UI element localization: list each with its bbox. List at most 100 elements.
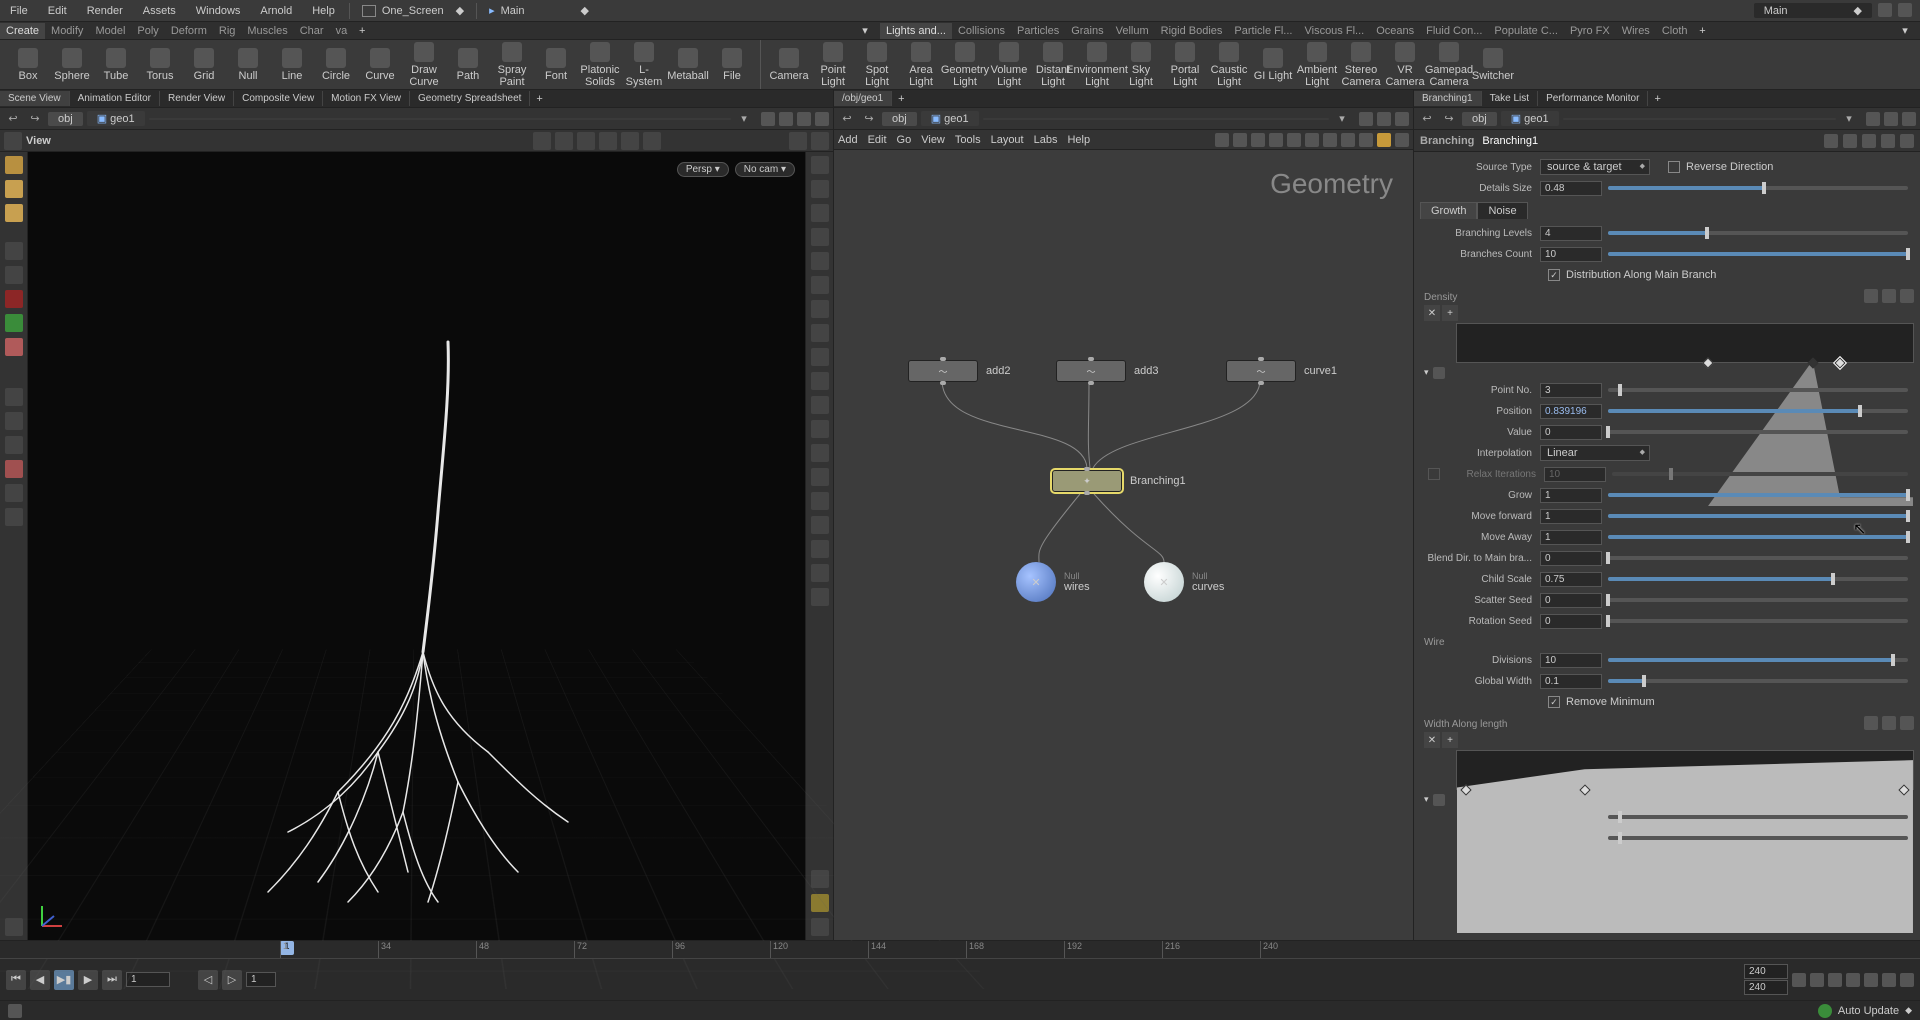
parm-slider[interactable]: [1608, 679, 1908, 683]
vt-btn[interactable]: [533, 132, 551, 150]
path-fwd-icon[interactable]: ↪: [26, 110, 44, 128]
shelf-tab[interactable]: Populate C...: [1488, 23, 1564, 39]
info-icon[interactable]: [1881, 134, 1895, 148]
node-name-field[interactable]: Branching1: [1482, 135, 1538, 147]
shelf-tab[interactable]: Char: [294, 23, 330, 39]
net-menu-layout[interactable]: Layout: [991, 134, 1024, 146]
tab-noise[interactable]: Noise: [1477, 202, 1527, 219]
shelf-tab[interactable]: Oceans: [1370, 23, 1420, 39]
snap-tool-icon[interactable]: [5, 338, 23, 356]
node-add3[interactable]: ～ add3: [1056, 360, 1158, 382]
shelf-tab[interactable]: Modify: [45, 23, 89, 39]
path-obj[interactable]: obj: [1462, 112, 1497, 126]
net-tool-icon[interactable]: [1251, 133, 1265, 147]
shelf-tool-torus[interactable]: Torus: [138, 46, 182, 84]
shelf-tool-vr-camera[interactable]: VR Camera: [1383, 40, 1427, 90]
menu-windows[interactable]: Windows: [186, 2, 251, 20]
shelf-tool-camera[interactable]: Camera: [767, 46, 811, 84]
path-back-icon[interactable]: ↩: [1418, 110, 1436, 128]
pane-tab-scene-view[interactable]: Scene View: [0, 91, 70, 106]
playbar-opt-icon[interactable]: [1810, 973, 1824, 987]
shelf-tool-file[interactable]: File: [710, 46, 754, 84]
details-size-slider[interactable]: [1608, 186, 1908, 190]
timeline-ruler[interactable]: 1 134487296120144168192216240: [0, 941, 1920, 959]
scale-tool-icon[interactable]: [5, 290, 23, 308]
shelf-tool-caustic-light[interactable]: Caustic Light: [1207, 40, 1251, 90]
tool-icon[interactable]: [5, 484, 23, 502]
node-add2[interactable]: ～ add2: [908, 360, 1010, 382]
parm-field[interactable]: 1: [1540, 509, 1602, 524]
cloud-icon[interactable]: [1878, 3, 1892, 17]
reverse-dir-checkbox[interactable]: [1668, 161, 1680, 173]
shelf-tool-circle[interactable]: Circle: [314, 46, 358, 84]
shelf-tab[interactable]: Rigid Bodies: [1155, 23, 1229, 39]
net-menu-help[interactable]: Help: [1067, 134, 1090, 146]
tab-growth[interactable]: Growth: [1420, 202, 1477, 219]
display-opt-icon[interactable]: [811, 492, 829, 510]
shelf-tab[interactable]: Muscles: [241, 23, 293, 39]
net-menu-view[interactable]: View: [921, 134, 945, 146]
shelf-tab[interactable]: Rig: [213, 23, 242, 39]
menu-arnold[interactable]: Arnold: [250, 2, 302, 20]
path-back-icon[interactable]: ↩: [838, 110, 856, 128]
path-obj[interactable]: obj: [48, 112, 83, 126]
ramp-cycle-icon[interactable]: [1433, 794, 1445, 806]
path-fwd-icon[interactable]: ↪: [1440, 110, 1458, 128]
ramp-add-icon[interactable]: +: [1442, 732, 1458, 748]
shelf-tab[interactable]: Vellum: [1110, 23, 1155, 39]
parm-slider[interactable]: [1608, 493, 1908, 497]
persp-selector[interactable]: Persp ▾: [677, 162, 729, 177]
auto-update-label[interactable]: Auto Update: [1838, 1005, 1899, 1017]
net-path-btn[interactable]: [1359, 112, 1373, 126]
tool-icon[interactable]: [5, 412, 23, 430]
shelf-tab[interactable]: Particle Fl...: [1228, 23, 1298, 39]
parm-field[interactable]: 0.1: [1540, 674, 1602, 689]
pane-tab-perfmon[interactable]: Performance Monitor: [1538, 91, 1648, 106]
path-fwd-icon[interactable]: ↪: [860, 110, 878, 128]
path-btn3[interactable]: [797, 112, 811, 126]
playbar-opt-icon[interactable]: [1828, 973, 1842, 987]
shelf-dropdown[interactable]: ▾: [856, 22, 874, 40]
tool-icon[interactable]: [5, 388, 23, 406]
viewport[interactable]: Persp ▾ No cam ▾: [28, 152, 805, 940]
parm-slider[interactable]: [1608, 514, 1908, 518]
shelf-tab[interactable]: Collisions: [952, 23, 1011, 39]
shelf-tool-tube[interactable]: Tube: [94, 46, 138, 84]
display-opt-icon[interactable]: [811, 180, 829, 198]
remove-min-checkbox[interactable]: ✓: [1548, 696, 1560, 708]
node-branching1[interactable]: ✦ Branching1: [1052, 470, 1186, 492]
shelf-tool-environment-light[interactable]: Environment Light: [1075, 40, 1119, 90]
density-position-slider[interactable]: [1608, 409, 1908, 413]
shelf-tool-spray-paint[interactable]: Spray Paint: [490, 40, 534, 90]
path-btn4[interactable]: [815, 112, 829, 126]
menu-help[interactable]: Help: [302, 2, 345, 20]
display-opt-icon[interactable]: [811, 468, 829, 486]
network-canvas[interactable]: Geometry ～ add2 ～ add3 ～ curve1 ✦: [834, 150, 1413, 940]
ramp-opt-icon[interactable]: [1864, 716, 1878, 730]
pane-tab-add[interactable]: +: [1648, 91, 1666, 107]
vt-btn[interactable]: [599, 132, 617, 150]
relax-toggle-checkbox[interactable]: [1428, 468, 1440, 480]
net-tool-icon[interactable]: [1269, 133, 1283, 147]
pane-tab-render-view[interactable]: Render View: [160, 91, 234, 106]
display-opt-icon[interactable]: [811, 156, 829, 174]
parm-slider[interactable]: [1608, 658, 1908, 662]
path-rest[interactable]: [983, 118, 1329, 120]
path-geo1[interactable]: ▣ geo1: [921, 111, 979, 126]
parm-field[interactable]: 10: [1540, 247, 1602, 262]
display-opt-icon[interactable]: [811, 324, 829, 342]
playbar-opt-icon[interactable]: [1900, 973, 1914, 987]
net-tool-icon[interactable]: [1305, 133, 1319, 147]
path-geo1[interactable]: ▣ geo1: [1501, 111, 1559, 126]
playbar-opt-icon[interactable]: [1882, 973, 1896, 987]
density-interp-dropdown[interactable]: Linear: [1540, 445, 1650, 461]
net-menu-edit[interactable]: Edit: [868, 134, 887, 146]
status-icon[interactable]: [8, 1004, 22, 1018]
search-icon[interactable]: [1862, 134, 1876, 148]
shelf-tab[interactable]: Particles: [1011, 23, 1065, 39]
move-tool-icon[interactable]: [5, 242, 23, 260]
display-opt-icon[interactable]: [811, 396, 829, 414]
parm-slider[interactable]: [1608, 598, 1908, 602]
shelf-tool-switcher[interactable]: Switcher: [1471, 46, 1515, 84]
pane-tab-takes[interactable]: Take List: [1482, 91, 1538, 106]
